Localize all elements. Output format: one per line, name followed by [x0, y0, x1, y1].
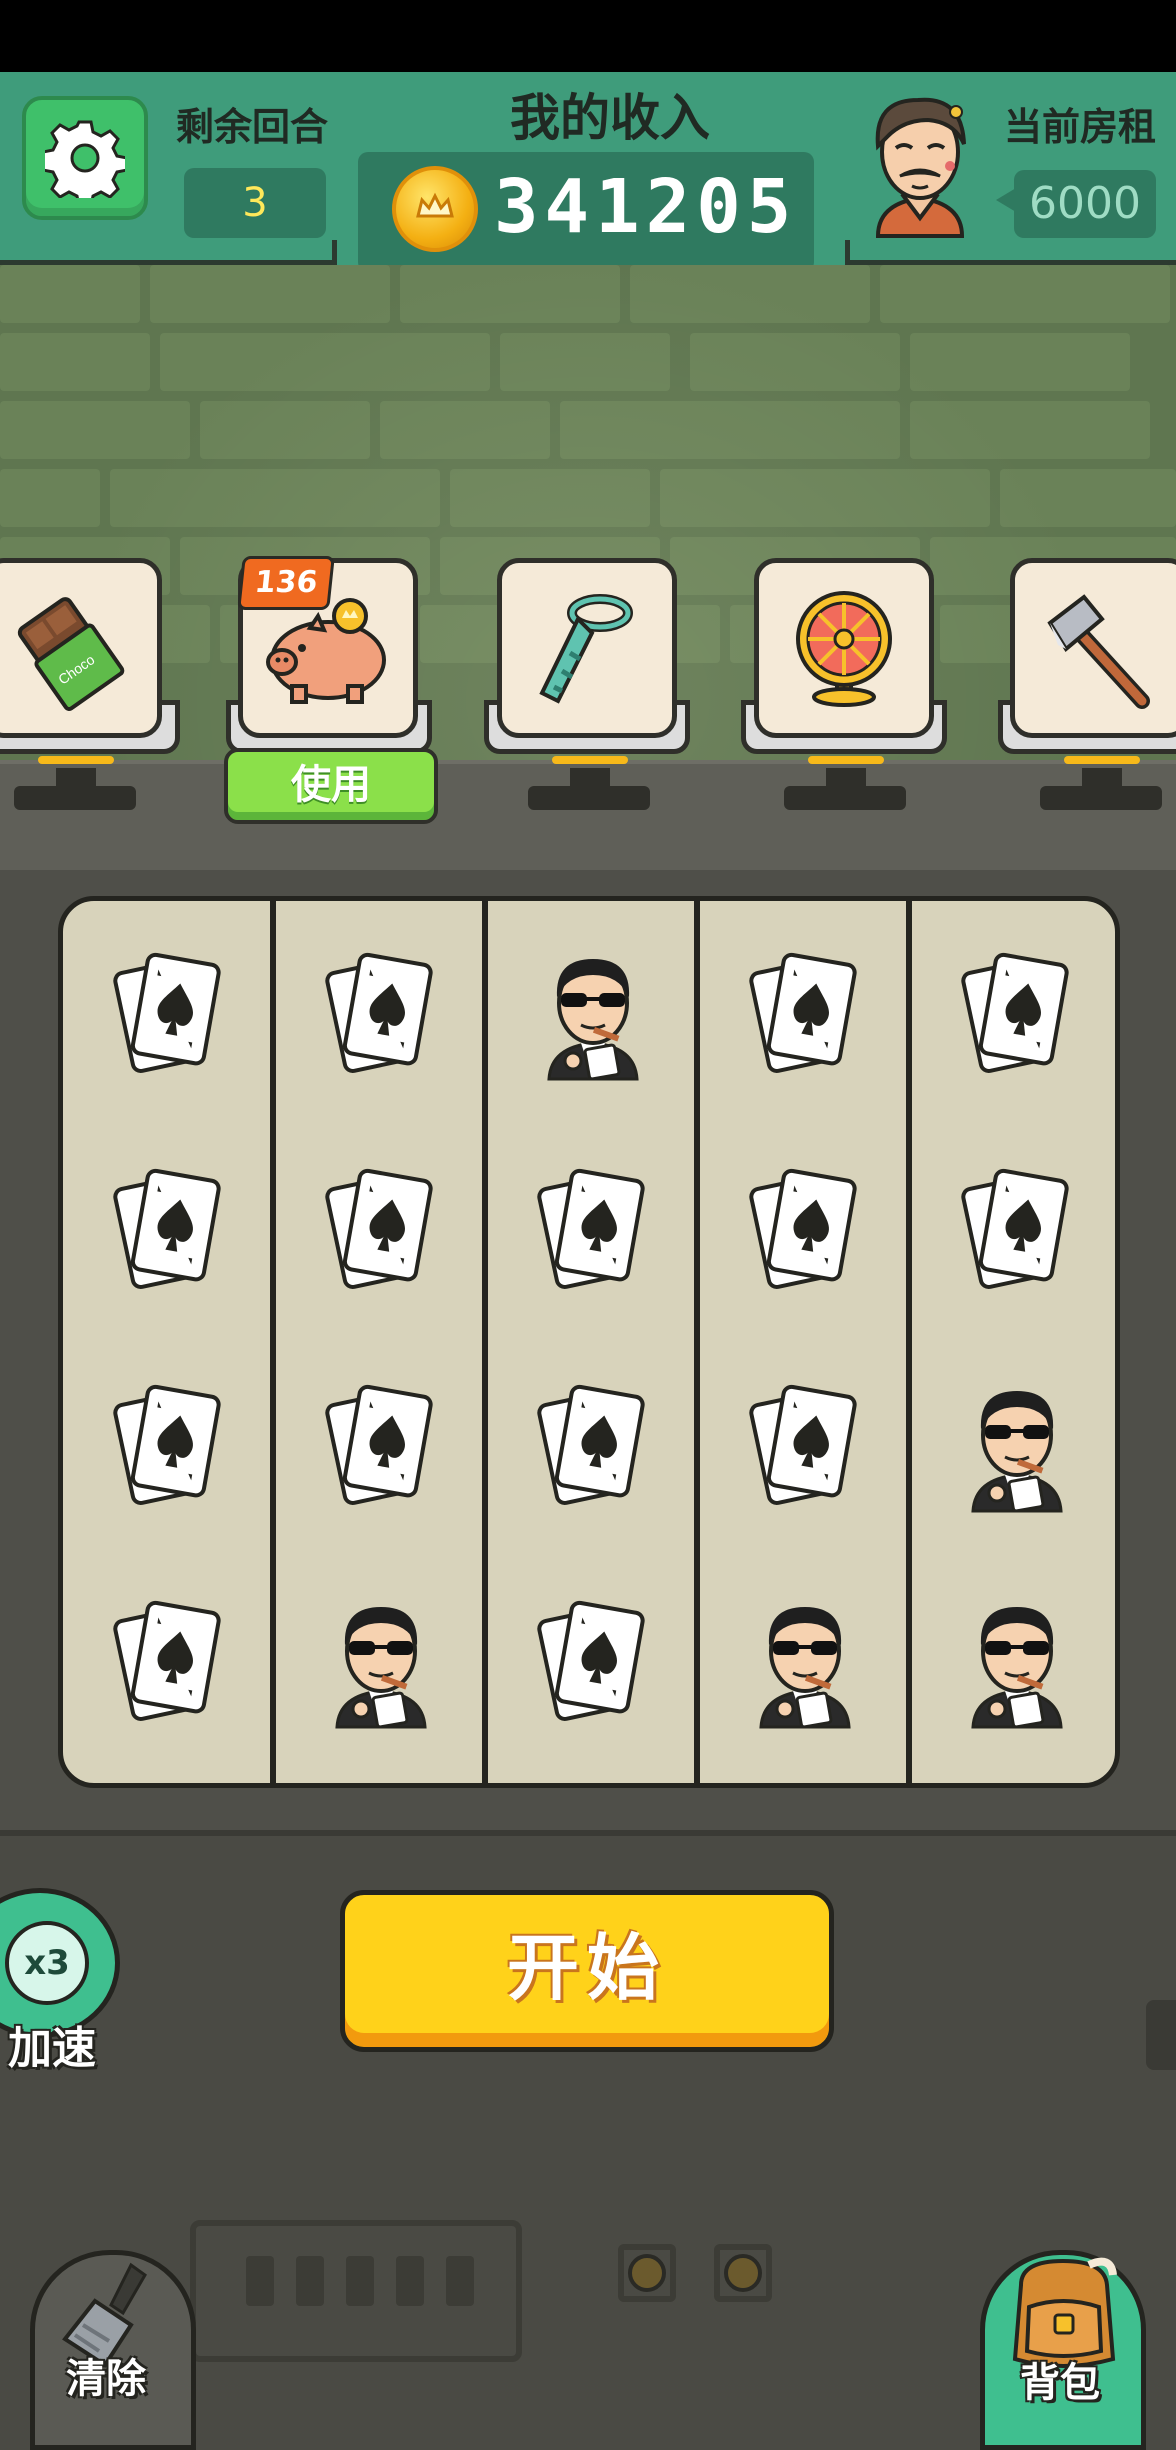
playing-cards-icon: [113, 1384, 221, 1505]
playing-cards-icon: [749, 952, 857, 1073]
rounds-label: 剩余回合: [176, 105, 329, 149]
stand-light: [1064, 756, 1140, 764]
gambler-icon: [547, 959, 639, 1081]
playing-cards-icon: [113, 1168, 221, 1289]
item-necktie[interactable]: [497, 558, 677, 738]
gambler-icon: [759, 1607, 851, 1729]
stand-light: [38, 756, 114, 764]
board-cell-gambler: [699, 1553, 911, 1769]
playing-cards-icon: [325, 1168, 433, 1289]
board-cell-gambler: [487, 905, 699, 1121]
board-cell-cards: [275, 1121, 487, 1337]
fan-icon: [796, 591, 892, 707]
chocolate-icon: Choco: [17, 597, 125, 711]
gambler-icon: [971, 1391, 1063, 1513]
rent-label: 当前房租: [1004, 105, 1157, 149]
board-cell-cards: [63, 905, 275, 1121]
board-cell-cards: [699, 1337, 911, 1553]
playing-cards-icon: [961, 952, 1069, 1073]
stand-light: [808, 756, 884, 764]
playing-cards-icon: [325, 952, 433, 1073]
rent-bubble-tail: [996, 188, 1016, 212]
rent-value: 6000: [1014, 170, 1156, 238]
board-cell-cards: [63, 1337, 275, 1553]
board-cell-cards: [911, 905, 1115, 1121]
gear-icon: [45, 120, 125, 198]
board-cell-cards: [699, 905, 911, 1121]
use-button[interactable]: 使用: [224, 748, 438, 824]
stand-foot: [1040, 786, 1162, 810]
backpack-label: 背包: [1020, 2360, 1100, 2406]
playing-cards-icon: [537, 1384, 645, 1505]
machine-knob: [714, 2244, 772, 2302]
start-button[interactable]: 开始: [340, 1890, 834, 2052]
machine-slot: [346, 2256, 374, 2306]
board-cell-gambler: [911, 1337, 1115, 1553]
landlord-avatar: [858, 86, 982, 246]
rounds-value: 3: [184, 168, 326, 238]
slot-board: [58, 896, 1120, 1788]
machine-slot: [396, 2256, 424, 2306]
playing-cards-icon: [749, 1168, 857, 1289]
board-cell-cards: [275, 1337, 487, 1553]
gambler-icon: [335, 1607, 427, 1729]
stand-foot: [14, 786, 136, 810]
speed-label: 加速: [8, 2023, 96, 2074]
playing-cards-icon: [537, 1600, 645, 1721]
stand-foot: [784, 786, 906, 810]
board-cell-cards: [487, 1553, 699, 1769]
board-cell-cards: [63, 1121, 275, 1337]
machine-knob: [618, 2244, 676, 2302]
axe-icon: [1047, 594, 1150, 709]
speed-multiplier-icon: x3: [5, 1921, 89, 2005]
item-fan[interactable]: [754, 558, 934, 738]
machine-slot: [446, 2256, 474, 2306]
stand-foot: [528, 786, 650, 810]
board-cell-cards: [487, 1337, 699, 1553]
necktie-icon: [539, 594, 633, 704]
item-axe[interactable]: [1010, 558, 1176, 738]
board-cell-gambler: [911, 1553, 1115, 1769]
status-bar: [0, 0, 1176, 72]
playing-cards-icon: [961, 1168, 1069, 1289]
piggy-bank-count-badge: 136: [237, 556, 335, 610]
side-notch: [1146, 2000, 1176, 2070]
coin-icon: [392, 166, 478, 252]
playing-cards-icon: [749, 1384, 857, 1505]
board-cell-cards: [275, 905, 487, 1121]
clear-label: 清除: [66, 2356, 146, 2402]
playing-cards-icon: [113, 1600, 221, 1721]
income-value: 341205: [494, 164, 798, 250]
board-cell-cards: [487, 1121, 699, 1337]
settings-button[interactable]: [22, 96, 148, 220]
board-cell-cards: [911, 1121, 1115, 1337]
machine-slot: [296, 2256, 324, 2306]
stand-light: [552, 756, 628, 764]
income-label: 我的收入: [510, 89, 710, 147]
board-cell-gambler: [275, 1553, 487, 1769]
playing-cards-icon: [325, 1384, 433, 1505]
playing-cards-icon: [537, 1168, 645, 1289]
gambler-icon: [971, 1607, 1063, 1729]
board-cell-cards: [699, 1121, 911, 1337]
machine-slot: [246, 2256, 274, 2306]
playing-cards-icon: [113, 952, 221, 1073]
board-cell-cards: [63, 1553, 275, 1769]
item-chocolate[interactable]: Choco: [0, 558, 162, 738]
